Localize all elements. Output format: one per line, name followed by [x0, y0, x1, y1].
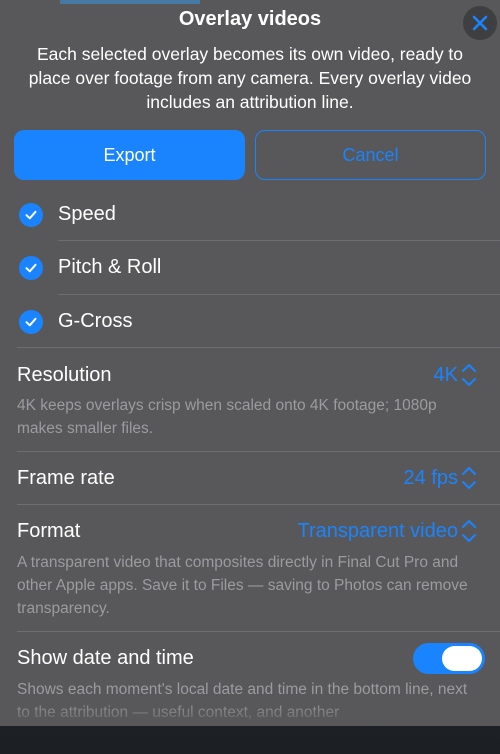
format-value: Transparent video	[297, 519, 458, 542]
scroll-fade	[0, 700, 500, 726]
divider	[17, 451, 500, 452]
toggle-knob	[442, 646, 482, 671]
chevron-up-down-icon	[462, 364, 476, 386]
divider	[17, 504, 500, 505]
checkmark-icon	[19, 202, 43, 227]
overlay-item-label: Speed	[58, 203, 116, 225]
checkmark-icon	[19, 309, 43, 334]
divider	[17, 347, 500, 348]
chevron-up-down-icon	[462, 467, 476, 489]
close-button[interactable]	[463, 6, 497, 40]
resolution-description: 4K keeps overlays crisp when scaled onto…	[17, 397, 437, 437]
resolution-picker[interactable]: 4K	[434, 362, 478, 388]
format-label: Format	[17, 520, 81, 542]
divider	[17, 631, 500, 632]
overlay-item-label: G-Cross	[58, 310, 133, 332]
frame-rate-label: Frame rate	[17, 467, 115, 489]
cancel-button[interactable]: Cancel	[255, 130, 486, 180]
show-date-time-label: Show date and time	[17, 647, 194, 669]
frame-rate-picker[interactable]: 24 fps	[404, 465, 478, 491]
overlay-videos-sheet: Overlay videos Each selected overlay bec…	[0, 0, 500, 726]
overlay-item-label: Pitch & Roll	[58, 256, 162, 278]
sheet-title: Overlay videos	[178, 8, 322, 30]
frame-rate-value: 24 fps	[403, 466, 458, 489]
overlay-item-speed[interactable]: Speed	[0, 188, 500, 241]
overlay-item-pitch-roll[interactable]: Pitch & Roll	[0, 241, 500, 294]
sheet-subtitle: Each selected overlay becomes its own vi…	[28, 44, 472, 112]
overlay-item-g-cross[interactable]: G-Cross	[0, 295, 500, 348]
show-date-time-toggle[interactable]	[413, 643, 485, 674]
close-icon	[472, 15, 488, 31]
resolution-value: 4K	[433, 363, 458, 386]
chevron-up-down-icon	[462, 520, 476, 542]
resolution-label: Resolution	[17, 364, 112, 386]
export-button[interactable]: Export	[14, 130, 245, 180]
format-description: A transparent video that composites dire…	[17, 554, 468, 617]
format-picker[interactable]: Transparent video	[298, 518, 478, 544]
checkmark-icon	[19, 255, 43, 280]
